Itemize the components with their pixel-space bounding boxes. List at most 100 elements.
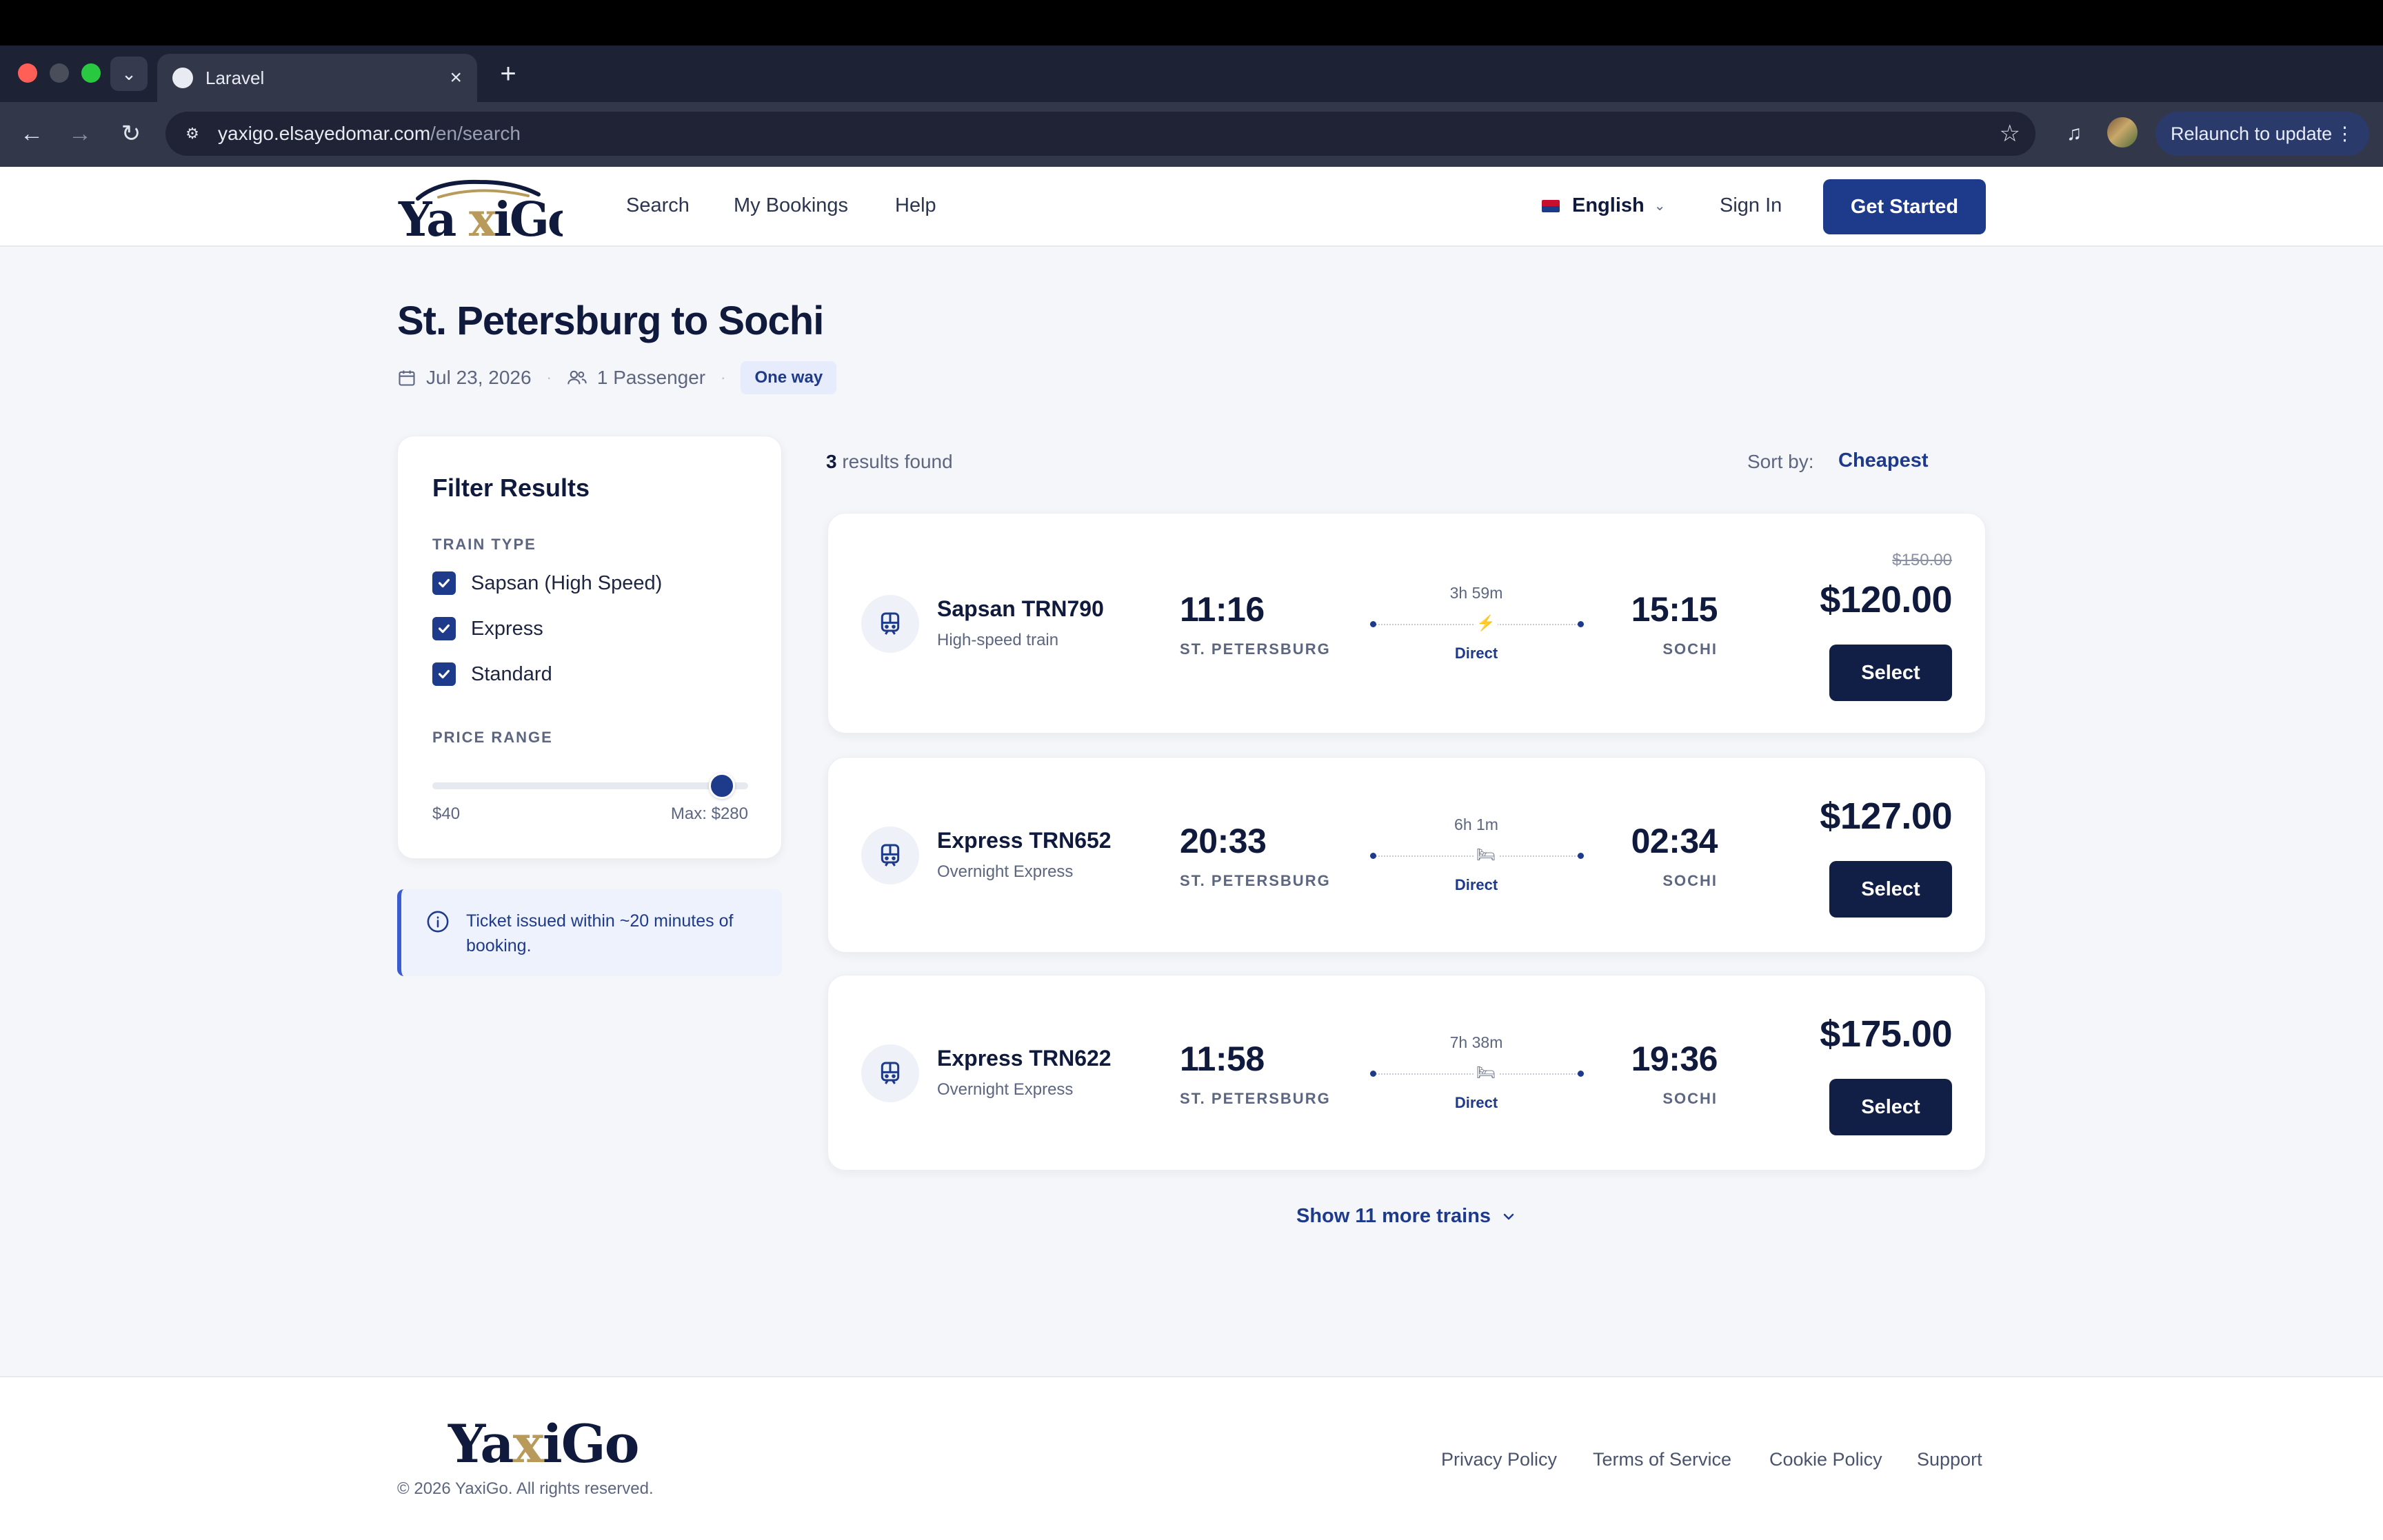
direct-label: Direct — [1454, 1094, 1498, 1111]
footer-link-cookie[interactable]: Cookie Policy — [1769, 1449, 1882, 1470]
svg-text:Ya: Ya — [398, 192, 456, 241]
chevron-down-icon — [1503, 1213, 1514, 1219]
price-min-label: $40 — [432, 804, 461, 823]
get-started-button[interactable]: Get Started — [1823, 179, 1986, 234]
users-icon — [567, 370, 587, 385]
train-result-card[interactable]: Express TRN622 Overnight Express 11:58 S… — [827, 975, 1986, 1171]
window-maximize-button[interactable] — [81, 63, 101, 83]
nav-search[interactable]: Search — [626, 194, 690, 217]
select-button[interactable]: Select — [1829, 861, 1952, 918]
site-settings-icon[interactable]: ⚙ — [181, 122, 204, 145]
select-button[interactable]: Select — [1829, 645, 1952, 701]
checkbox-checked[interactable] — [432, 617, 456, 640]
sort-label: Sort by: — [1747, 451, 1814, 472]
new-tab-button[interactable]: + — [491, 57, 525, 91]
chevron-down-icon: ⌄ — [1653, 199, 1666, 214]
train-name: Sapsan TRN790 — [937, 596, 1104, 621]
bookmark-star-icon[interactable]: ☆ — [2000, 120, 2020, 148]
train-type: High-speed train — [937, 631, 1059, 649]
footer-link-terms[interactable]: Terms of Service — [1593, 1449, 1731, 1470]
check-icon — [438, 578, 450, 588]
direct-label: Direct — [1454, 645, 1498, 662]
price-slider-track[interactable] — [432, 773, 748, 799]
filter-card: Filter Results TRAIN TYPE Sapsan (High S… — [397, 436, 782, 859]
reload-button[interactable]: ↻ — [114, 117, 148, 150]
close-icon[interactable]: × — [450, 66, 462, 90]
tab-search-button[interactable]: ⌄ — [110, 57, 148, 91]
page-title: St. Petersburg to Sochi — [397, 298, 824, 343]
search-meta: Jul 23, 2026 · 1 Passenger · One way — [397, 360, 837, 396]
checkbox-checked[interactable] — [432, 662, 456, 686]
results-count: 3 results found — [826, 451, 953, 472]
departure-time: 11:16 — [1180, 590, 1265, 629]
nav-my-bookings[interactable]: My Bookings — [734, 194, 848, 217]
price-slider-thumb[interactable] — [708, 773, 735, 799]
footer-link-privacy[interactable]: Privacy Policy — [1441, 1449, 1557, 1470]
checkbox-checked[interactable] — [432, 571, 456, 595]
favicon-icon — [172, 68, 193, 88]
train-type: Overnight Express — [937, 1080, 1074, 1099]
forward-button[interactable]: → — [63, 117, 97, 150]
nav-help[interactable]: Help — [895, 194, 936, 217]
arrival-city: SOCHI — [1662, 640, 1718, 658]
journey-line: ⚡ — [1370, 614, 1584, 632]
relaunch-label: Relaunch to update — [2171, 123, 2333, 144]
copyright: © 2026 YaxiGo. All rights reserved. — [397, 1479, 654, 1498]
journey-dot — [1370, 1071, 1376, 1077]
journey-dot — [1578, 621, 1584, 627]
journey-dot — [1370, 621, 1376, 627]
price-slider-fill — [432, 782, 722, 789]
calendar-icon — [399, 370, 415, 386]
profile-avatar[interactable] — [2107, 117, 2138, 148]
arrival-time: 19:36 — [1631, 1040, 1718, 1078]
check-icon — [438, 669, 450, 679]
ticket-info-notice: Ticket issued within ~20 minutes of book… — [397, 889, 782, 976]
window-close-button[interactable] — [18, 63, 37, 83]
window-minimize-button[interactable] — [50, 63, 69, 83]
search-date: Jul 23, 2026 — [397, 367, 532, 389]
departure-city: ST. PETERSBURG — [1180, 872, 1331, 889]
more-vert-icon: ⋮ — [2335, 123, 2354, 144]
train-icon — [861, 1044, 919, 1102]
date-label: Jul 23, 2026 — [426, 367, 532, 388]
info-text: Ticket issued within ~20 minutes of book… — [466, 911, 734, 955]
train-type-heading: TRAIN TYPE — [432, 536, 536, 553]
duration: 3h 59m — [1449, 584, 1503, 602]
price: $120.00 — [1820, 579, 1952, 620]
footer-link-support[interactable]: Support — [1917, 1449, 1982, 1470]
sign-in-link[interactable]: Sign In — [1720, 194, 1782, 217]
train-type: Overnight Express — [937, 862, 1074, 881]
select-button[interactable]: Select — [1829, 1079, 1952, 1135]
journey-line: 🛏 — [1370, 846, 1584, 864]
language-selector[interactable]: English ⌄ — [1542, 194, 1666, 217]
filter-standard[interactable]: Standard — [432, 662, 552, 686]
address-bar[interactable]: ⚙ yaxigo.elsayedomar.com/en/search ☆ — [165, 112, 2035, 156]
price-max-label: Max: $280 — [670, 804, 748, 823]
yaxigo-logo[interactable]: Ya x iGo — [397, 175, 563, 241]
relaunch-update-button[interactable]: Relaunch to update ⋮ — [2155, 112, 2369, 156]
checkbox-label: Standard — [471, 662, 552, 685]
svg-text:x: x — [469, 192, 497, 241]
departure-city: ST. PETERSBURG — [1180, 640, 1331, 658]
show-more-trains-button[interactable]: Show 11 more trains — [1296, 1205, 1517, 1228]
site-footer — [0, 1376, 2383, 1540]
browser-tab[interactable]: Laravel × — [157, 54, 477, 102]
passengers-label: 1 Passenger — [596, 367, 706, 388]
url-text[interactable]: yaxigo.elsayedomar.com/en/search — [218, 123, 2000, 145]
train-result-card[interactable]: Sapsan TRN790 High-speed train 11:16 ST.… — [827, 513, 1986, 733]
checkbox-label: Sapsan (High Speed) — [471, 571, 663, 594]
departure-time: 11:58 — [1180, 1040, 1265, 1078]
chevron-down-icon: ⌄ — [121, 63, 137, 84]
language-label: English — [1572, 194, 1645, 216]
journey-line: 🛏 — [1370, 1064, 1584, 1082]
trip-type-badge: One way — [741, 361, 837, 394]
footer-logo[interactable]: YaxiGo — [448, 1413, 639, 1475]
uk-flag-icon — [1542, 199, 1560, 212]
media-controls-icon[interactable]: ♫ — [2058, 117, 2091, 150]
sort-dropdown[interactable]: Cheapest — [1838, 449, 1929, 472]
filter-sapsan[interactable]: Sapsan (High Speed) — [432, 571, 662, 595]
train-result-card[interactable]: Express TRN652 Overnight Express 20:33 S… — [827, 757, 1986, 953]
filter-express[interactable]: Express — [432, 617, 543, 640]
back-button[interactable]: ← — [15, 117, 48, 150]
search-passengers: 1 Passenger — [567, 367, 705, 389]
